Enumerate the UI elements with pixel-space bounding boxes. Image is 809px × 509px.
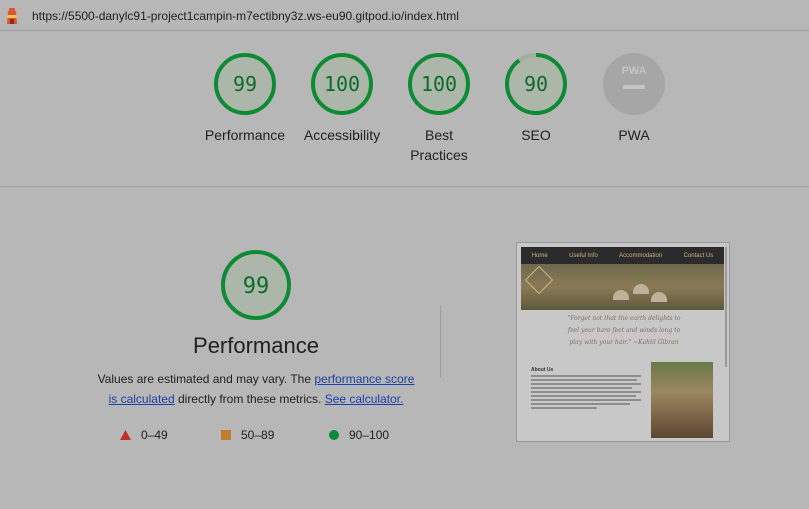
gauge-label-best-practices-line1: Best (424, 127, 453, 143)
gauge-score-performance: 99 (233, 72, 257, 96)
gauge-best-practices[interactable]: 100 Best Practices (389, 51, 489, 165)
thumb-nav-home: Home (531, 252, 548, 259)
legend-average-range: 50–89 (241, 428, 275, 442)
performance-description: Values are estimated and may vary. The p… (86, 369, 426, 409)
legend-pass: 90–100 (329, 427, 389, 443)
thumb-nav: Home Useful Info Accommodation Contact U… (521, 247, 724, 264)
gauge-label-best-practices: Best Practices (389, 125, 489, 165)
pwa-badge-icon: PWA (603, 53, 665, 115)
performance-score-link[interactable]: performance score (314, 372, 414, 386)
gauge-performance[interactable]: 99 Performance (195, 51, 295, 145)
see-calculator-link[interactable]: See calculator. (325, 392, 404, 406)
big-gauge-score: 99 (243, 274, 270, 299)
gauge-score-seo: 90 (524, 72, 548, 96)
gauge-score-best-practices: 100 (421, 72, 457, 96)
is-calculated-link[interactable]: is calculated (109, 392, 175, 406)
performance-section: 99 Performance Values are estimated and … (0, 187, 809, 509)
square-icon (221, 430, 231, 440)
thumb-scrollbar (725, 247, 727, 367)
gauge-label-accessibility: Accessibility (303, 127, 381, 143)
page-url[interactable]: https://5500-danylc91-project1campin-m7e… (32, 9, 459, 23)
best-practices-gauge-icon: 100 (408, 53, 470, 115)
url-bar: https://5500-danylc91-project1campin-m7e… (0, 0, 809, 31)
thumb-hero-image (521, 264, 724, 310)
gauge-score-accessibility: 100 (324, 72, 360, 96)
gauge-seo[interactable]: 90 SEO (486, 51, 586, 145)
thumb-about-title: About Us (531, 367, 554, 373)
lighthouse-logo-icon (7, 8, 17, 24)
thumb-photo (651, 362, 713, 438)
desc-text-2: directly from these metrics. (174, 392, 325, 406)
section-divider (440, 306, 441, 378)
performance-big-gauge: 99 (219, 248, 293, 327)
accessibility-gauge-icon: 100 (311, 53, 373, 115)
gauge-label-best-practices-line2: Practices (410, 147, 468, 163)
seo-gauge-icon: 90 (505, 53, 567, 115)
score-gauges: 99 Performance 100 Accessibility 100 Bes… (0, 31, 809, 187)
desc-text-1: Values are estimated and may vary. The (97, 372, 315, 386)
triangle-icon (120, 430, 131, 440)
gauge-pwa[interactable]: PWA PWA (584, 51, 684, 145)
legend-pass-range: 90–100 (349, 428, 390, 442)
thumb-nav-useful-info: Useful Info (569, 252, 598, 259)
legend-average: 50–89 (221, 427, 274, 443)
performance-big-gauge-icon: 99 (221, 250, 291, 320)
thumb-about-text (531, 375, 641, 411)
gauge-label-performance: Performance (204, 127, 286, 143)
thumb-nav-accommodation: Accommodation (619, 252, 663, 259)
pwa-badge-text: PWA (621, 65, 646, 77)
gauge-label-pwa: PWA (618, 127, 650, 143)
performance-gauge-icon: 99 (214, 53, 276, 115)
page-screenshot-thumbnail[interactable]: Home Useful Info Accommodation Contact U… (516, 242, 730, 442)
thumb-quote: "Forget not that the earth delights to f… (567, 315, 681, 346)
thumb-nav-contact: Contact Us (683, 252, 714, 259)
legend-fail: 0–49 (120, 427, 168, 443)
circle-icon (329, 430, 339, 440)
legend-fail-range: 0–49 (141, 428, 168, 442)
gauge-accessibility[interactable]: 100 Accessibility (292, 51, 392, 145)
performance-title: Performance (193, 333, 319, 358)
gauge-label-seo: SEO (521, 127, 551, 143)
thumb-logo-icon (524, 265, 554, 295)
